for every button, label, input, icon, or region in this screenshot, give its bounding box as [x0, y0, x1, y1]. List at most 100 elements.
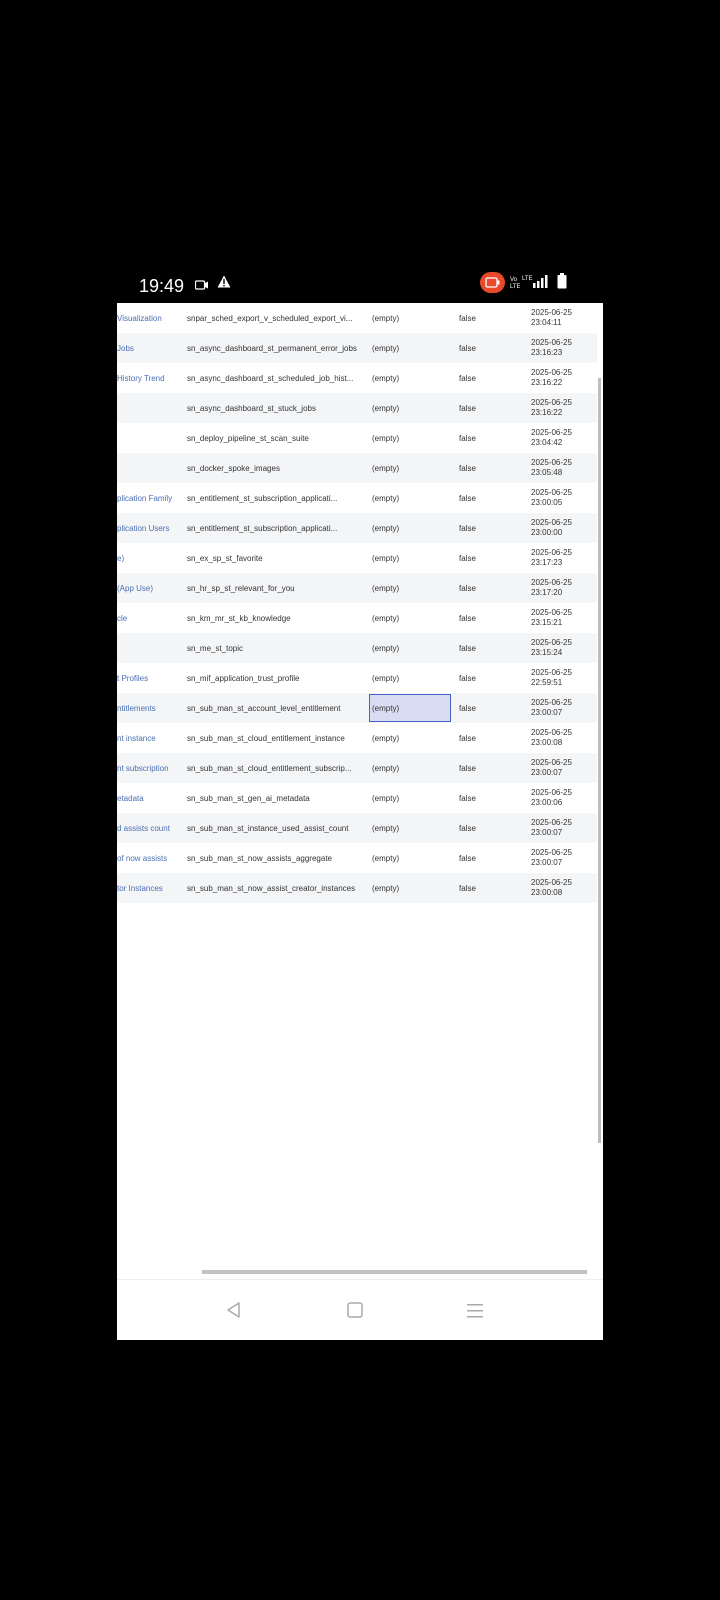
- table-row[interactable]: e) sn_ex_sp_st_favorite (empty) false 2025-0…: [117, 543, 597, 573]
- row-value[interactable]: (empty): [372, 603, 448, 633]
- row-value[interactable]: (empty): [372, 333, 448, 363]
- row-active: false: [459, 883, 476, 893]
- row-value[interactable]: (empty): [372, 453, 448, 483]
- row-label-link[interactable]: ntitlements: [117, 693, 181, 723]
- row-value[interactable]: (empty): [372, 633, 448, 663]
- table-row[interactable]: etadata sn_sub_man_st_gen_ai_metadata (emp…: [117, 783, 597, 813]
- row-value[interactable]: (empty): [372, 873, 448, 903]
- row-label-link[interactable]: Visualization: [117, 303, 181, 333]
- table-row[interactable]: ntitlements sn_sub_man_st_account_level_e…: [117, 693, 597, 723]
- row-updated-date: 2025-06-25: [531, 878, 572, 887]
- row-value[interactable]: (empty): [372, 813, 448, 843]
- table-row[interactable]: sn_docker_spoke_images (empty) false 2025-0…: [117, 453, 597, 483]
- row-value[interactable]: (empty): [372, 543, 448, 573]
- table-row[interactable]: nt instance sn_sub_man_st_cloud_entitleme…: [117, 723, 597, 753]
- row-label-link[interactable]: Jobs: [117, 333, 181, 363]
- row-updated-time: 23:16:23: [531, 348, 563, 357]
- table-row[interactable]: of now assists sn_sub_man_st_now_assists_…: [117, 843, 597, 873]
- table-row[interactable]: t Profiles sn_mif_application_trust_profi…: [117, 663, 597, 693]
- row-updated-date: 2025-06-25: [531, 338, 572, 347]
- row-value[interactable]: (empty): [372, 303, 448, 333]
- table-row[interactable]: sn_deploy_pipeline_st_scan_suite (empty) f…: [117, 423, 597, 453]
- table-row[interactable]: tor Instances sn_sub_man_st_now_assist_cr…: [117, 873, 597, 903]
- table-view[interactable]: Visualization snpar_sched_export_v_schedu…: [117, 303, 603, 1279]
- row-label-link[interactable]: etadata: [117, 783, 181, 813]
- table-row[interactable]: sn_async_dashboard_st_stuck_jobs (empty) f…: [117, 393, 597, 423]
- row-value[interactable]: (empty): [372, 393, 448, 423]
- table-row[interactable]: plication Users sn_entitlement_st_subscri…: [117, 513, 597, 543]
- row-label-link[interactable]: nt instance: [117, 723, 181, 753]
- row-updated: 2025-06-25 23:17:23: [531, 543, 591, 573]
- table-row[interactable]: Visualization snpar_sched_export_v_schedu…: [117, 303, 597, 333]
- row-updated-date: 2025-06-25: [531, 548, 572, 557]
- home-icon[interactable]: [345, 1300, 365, 1320]
- back-icon[interactable]: [224, 1300, 244, 1320]
- table-row[interactable]: History Trend sn_async_dashboard_st_sched…: [117, 363, 597, 393]
- warning-icon: [217, 275, 231, 293]
- recents-icon[interactable]: [465, 1300, 485, 1320]
- row-updated-time: 23:00:06: [531, 798, 563, 807]
- row-label-link[interactable]: (App Use): [117, 573, 181, 603]
- row-label-link[interactable]: [117, 393, 181, 423]
- row-active: false: [459, 433, 476, 443]
- row-table-name: sn_km_mr_st_kb_knowledge: [187, 613, 291, 623]
- table-row[interactable]: nt subscription sn_sub_man_st_cloud_entit…: [117, 753, 597, 783]
- row-active: false: [459, 523, 476, 533]
- row-table-name: sn_async_dashboard_st_permanent_error_jo…: [187, 343, 357, 353]
- row-updated: 2025-06-25 23:05:48: [531, 453, 591, 483]
- row-updated-date: 2025-06-25: [531, 698, 572, 707]
- row-label-link[interactable]: [117, 453, 181, 483]
- row-active: false: [459, 703, 476, 713]
- row-updated: 2025-06-25 23:15:21: [531, 603, 591, 633]
- table-row[interactable]: Jobs sn_async_dashboard_st_permanent_erro…: [117, 333, 597, 363]
- row-value[interactable]: (empty): [372, 573, 448, 603]
- row-value[interactable]: (empty): [372, 843, 448, 873]
- row-updated-time: 23:16:22: [531, 408, 563, 417]
- row-value[interactable]: (empty): [372, 513, 448, 543]
- table-row[interactable]: cle sn_km_mr_st_kb_knowledge (empty) false 2…: [117, 603, 597, 633]
- row-label-link[interactable]: plication Users: [117, 513, 181, 543]
- row-label-link[interactable]: nt subscription: [117, 753, 181, 783]
- table-row[interactable]: plication Family sn_entitlement_st_subscr…: [117, 483, 597, 513]
- row-value[interactable]: (empty): [372, 483, 448, 513]
- row-value[interactable]: (empty): [372, 663, 448, 693]
- row-label-link[interactable]: plication Family: [117, 483, 181, 513]
- table-row[interactable]: d assists count sn_sub_man_st_instance_us…: [117, 813, 597, 843]
- svg-text:LTE: LTE: [522, 276, 533, 282]
- row-label-link[interactable]: d assists count: [117, 813, 181, 843]
- row-value[interactable]: (empty): [372, 723, 448, 753]
- row-label-link[interactable]: cle: [117, 603, 181, 633]
- row-table-name: snpar_sched_export_v_scheduled_export_vi…: [187, 313, 353, 323]
- row-label-link[interactable]: tor Instances: [117, 873, 181, 903]
- battery-icon: [557, 273, 567, 294]
- table-row[interactable]: sn_me_st_topic (empty) false 2025-06-25 23:1…: [117, 633, 597, 663]
- vertical-scrollbar[interactable]: [598, 378, 601, 1143]
- row-value[interactable]: (empty): [372, 783, 448, 813]
- row-table-name: sn_ex_sp_st_favorite: [187, 553, 263, 563]
- row-label-link[interactable]: e): [117, 543, 181, 573]
- row-updated: 2025-06-25 23:00:05: [531, 483, 591, 513]
- row-updated-time: 23:00:05: [531, 498, 563, 507]
- row-updated: 2025-06-25 23:00:07: [531, 753, 591, 783]
- row-value[interactable]: (empty): [372, 423, 448, 453]
- row-updated-time: 23:00:07: [531, 828, 563, 837]
- row-table-name: sn_deploy_pipeline_st_scan_suite: [187, 433, 309, 443]
- row-value[interactable]: (empty): [372, 363, 448, 393]
- row-label-link[interactable]: [117, 633, 181, 663]
- row-updated-date: 2025-06-25: [531, 638, 572, 647]
- row-updated-time: 23:05:48: [531, 468, 563, 477]
- row-value[interactable]: (empty): [372, 753, 448, 783]
- row-updated-date: 2025-06-25: [531, 758, 572, 767]
- row-value[interactable]: (empty): [372, 693, 448, 723]
- recording-pill-icon: [480, 272, 505, 298]
- row-active: false: [459, 463, 476, 473]
- row-table-name: sn_sub_man_st_now_assist_creator_instanc…: [187, 883, 356, 893]
- row-label-link[interactable]: of now assists: [117, 843, 181, 873]
- row-table-name: sn_sub_man_st_account_level_entitlement: [187, 703, 341, 713]
- table-row[interactable]: (App Use) sn_hr_sp_st_relevant_for_you (em…: [117, 573, 597, 603]
- row-updated-date: 2025-06-25: [531, 608, 572, 617]
- row-label-link[interactable]: t Profiles: [117, 663, 181, 693]
- row-label-link[interactable]: [117, 423, 181, 453]
- row-label-link[interactable]: History Trend: [117, 363, 181, 393]
- horizontal-scrollbar[interactable]: [202, 1270, 587, 1274]
